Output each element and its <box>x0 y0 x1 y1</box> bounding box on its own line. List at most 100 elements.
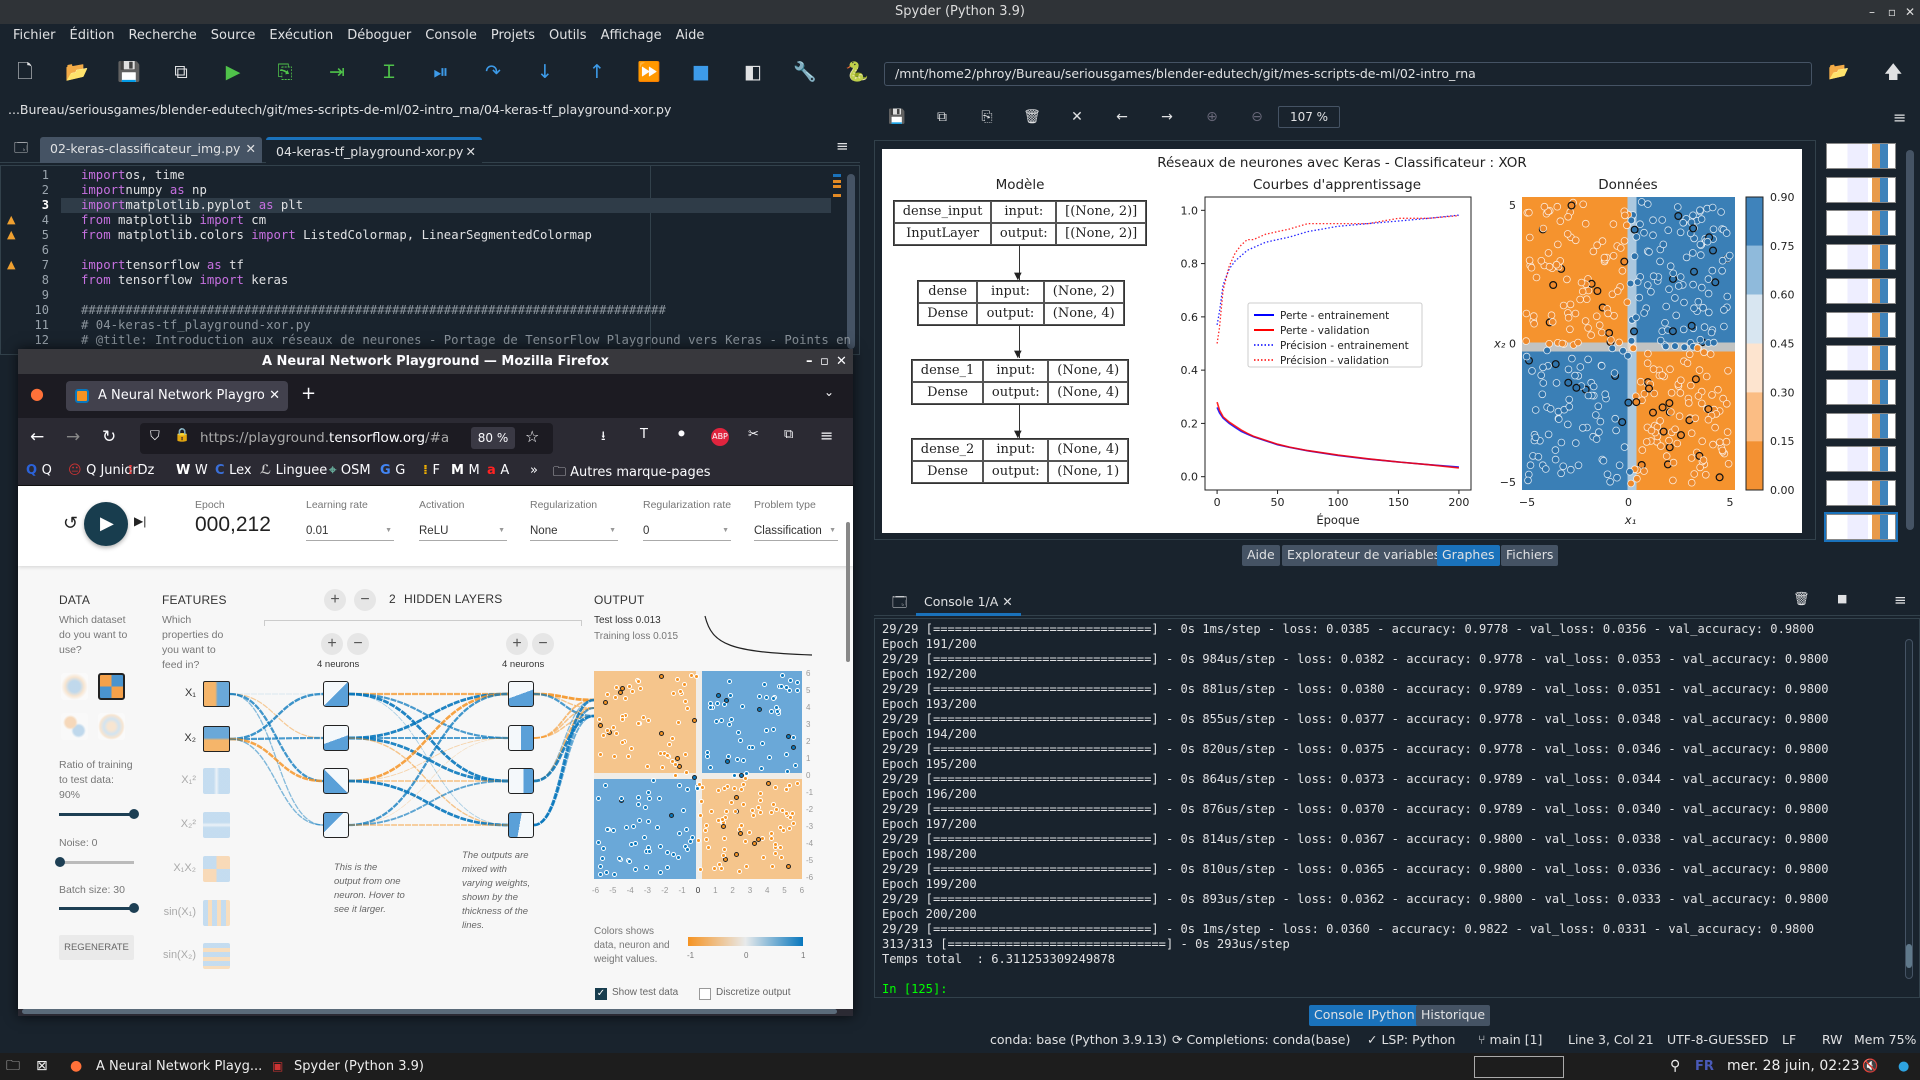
keyboard-layout[interactable]: FR <box>1695 1053 1714 1080</box>
status-git[interactable]: ⑂ main [1] <box>1478 1029 1542 1051</box>
show-test-data-checkbox[interactable]: ✓ <box>595 988 607 1000</box>
console-tab[interactable]: Console 1/A ✕ <box>916 590 1021 616</box>
param-select-regularization[interactable]: None ▼ <box>530 525 618 541</box>
bookmark-m[interactable]: M M <box>451 463 480 478</box>
step-icon[interactable]: ▶| <box>134 514 146 528</box>
previous-plot-icon[interactable]: ← <box>1109 104 1135 130</box>
new-tab-button[interactable]: + <box>301 383 316 404</box>
save-all-icon[interactable]: ⧉ <box>164 55 198 89</box>
zoom-reset-button[interactable]: 80 % <box>471 427 515 449</box>
tracking-shield-icon[interactable]: ⛉ <box>150 429 160 444</box>
bottom-tab-console-ipython[interactable]: Console IPython <box>1309 1005 1420 1026</box>
output-heatmap[interactable] <box>594 671 802 879</box>
maximize-button[interactable]: ▫ <box>1882 0 1902 24</box>
run-cell-advance-icon[interactable]: ⇥ <box>320 55 354 89</box>
plot-thumbnail[interactable] <box>1826 412 1896 439</box>
neuron[interactable] <box>323 812 349 838</box>
reset-icon[interactable]: ↺ <box>63 513 78 534</box>
app-menu-icon[interactable]: ⊠ <box>36 1053 48 1080</box>
continue-icon[interactable]: ⏩ <box>632 55 666 89</box>
new-file-icon[interactable]: 🗋 <box>8 55 42 89</box>
run-selection-icon[interactable]: Ɪ <box>372 55 406 89</box>
next-plot-icon[interactable]: → <box>1154 104 1180 130</box>
bookmark-f[interactable]: ⁞ F <box>423 463 440 478</box>
page-scrollbar[interactable] <box>846 522 850 662</box>
menu-console[interactable]: Console <box>418 24 484 48</box>
back-button[interactable]: ← <box>30 427 44 447</box>
plot-thumbnail[interactable] <box>1826 176 1896 203</box>
thumbnails-scrollbar[interactable] <box>1906 150 1914 530</box>
param-select-activation[interactable]: ReLU ▼ <box>419 525 507 541</box>
save-plot-icon[interactable]: 💾 <box>884 104 910 130</box>
taskbar-item-firefox[interactable]: A Neural Network Playg... <box>96 1053 262 1080</box>
more-bookmarks-chevron-icon[interactable]: » <box>530 463 538 478</box>
preferences-wrench-icon[interactable]: 🔧 <box>788 55 822 89</box>
menu-source[interactable]: Source <box>204 24 263 48</box>
firefox-menu-icon[interactable]: ● <box>30 384 44 403</box>
play-button[interactable]: ▶ <box>84 502 128 546</box>
workspace-pager[interactable] <box>1474 1056 1564 1078</box>
pane-tab-aide[interactable]: Aide <box>1242 545 1280 566</box>
menu-projets[interactable]: Projets <box>484 24 542 48</box>
browse-folder-icon[interactable]: 📂 <box>1828 62 1849 82</box>
plot-thumbnail[interactable] <box>1826 345 1896 372</box>
remove-all-plots-icon[interactable]: ✕ <box>1064 104 1090 130</box>
interrupt-kernel-icon[interactable]: ■ <box>1837 592 1847 605</box>
clear-console-icon[interactable]: 🗑 <box>1793 592 1810 607</box>
step-out-icon[interactable]: ↑ <box>580 55 614 89</box>
python-path-icon[interactable]: 🐍 <box>840 55 874 89</box>
code-editor[interactable]: 1 2 3 4 ▲ 5 ▲ 6 7 ▲ 8 9 10 11 12 importos, time importn… <box>0 165 860 355</box>
forward-button[interactable]: → <box>66 427 80 447</box>
neuron[interactable] <box>323 725 349 751</box>
app-menu-icon[interactable]: ≡ <box>820 426 833 445</box>
menu-recherche[interactable]: Recherche <box>121 24 203 48</box>
editor-tab[interactable]: 02-keras-classificateur_img.py ✕ <box>40 137 262 163</box>
close-tab-icon[interactable]: ✕ <box>1002 594 1012 609</box>
pane-tab-graphes[interactable]: Graphes <box>1437 545 1500 566</box>
close-tab-icon[interactable]: ✕ <box>269 381 280 411</box>
stop-icon[interactable]: ■ <box>684 55 718 89</box>
close-button[interactable]: ✕ <box>1900 0 1920 24</box>
close-tab-icon[interactable]: ✕ <box>466 140 476 164</box>
pane-tab-explorateur-de-variables[interactable]: Explorateur de variables <box>1282 545 1446 566</box>
zoom-out-icon[interactable]: ⊖ <box>1244 104 1270 130</box>
menu-édition[interactable]: Édition <box>63 24 122 48</box>
run-cell-icon[interactable]: ⎘ <box>268 55 302 89</box>
url-bar[interactable]: ⛉ 🔒 https://playground.tensorflow.org/#a… <box>140 423 553 454</box>
param-select-learning-rate[interactable]: 0.01 ▼ <box>306 525 394 541</box>
param-select-regularization-rate[interactable]: 0 ▼ <box>643 525 731 541</box>
adblock-icon[interactable]: ABP <box>711 428 729 446</box>
plot-thumbnail[interactable] <box>1826 277 1896 304</box>
editor-tabs-menu-icon[interactable]: 🗔 <box>14 139 28 161</box>
bookmark-lex[interactable]: C Lex <box>215 463 252 478</box>
status-conda[interactable]: conda: base (Python 3.9.13) <box>990 1029 1167 1051</box>
param-select-problem-type[interactable]: Classification ▼ <box>754 525 838 541</box>
plot-zoom-field[interactable]: 107 % <box>1278 106 1340 128</box>
menu-fichier[interactable]: Fichier <box>6 24 63 48</box>
file-manager-icon[interactable]: 🗀 <box>6 1053 20 1080</box>
editor-options-menu-icon[interactable]: ≡ <box>836 137 849 155</box>
console-tabs-menu-icon[interactable]: 🗔 <box>892 592 907 616</box>
bookmark-star-icon[interactable]: ☆ <box>525 427 539 446</box>
bottom-tab-historique[interactable]: Historique <box>1416 1005 1491 1026</box>
bookmark-dz[interactable]: ⁝ Dz <box>128 463 154 478</box>
plot-thumbnail[interactable] <box>1826 143 1896 169</box>
editor-scrollbar[interactable] <box>847 174 855 349</box>
plot-thumbnail[interactable] <box>1824 511 1898 542</box>
bookmark-q[interactable]: Q Q <box>26 463 52 478</box>
firefox-minimize-button[interactable]: – <box>806 349 813 374</box>
bookmark-linguee[interactable]: ℒ Linguee <box>260 463 327 478</box>
zoom-in-icon[interactable]: ⊕ <box>1199 104 1225 130</box>
editor-tab[interactable]: 04-keras-tf_playground-xor.py ✕ <box>266 137 482 163</box>
bookmark-a[interactable]: a A <box>487 463 509 478</box>
console-scrollbar[interactable] <box>1905 639 1913 979</box>
browser-tab[interactable]: A Neural Network Playgro ✕ <box>66 381 288 411</box>
plot-thumbnail[interactable] <box>1826 378 1896 405</box>
bookmark-osm[interactable]: ⌖ OSM <box>329 463 371 478</box>
close-tab-icon[interactable]: ✕ <box>246 137 256 161</box>
other-bookmarks-folder[interactable]: 🗀 Autres marque-pages <box>553 463 711 485</box>
extension-t-icon[interactable]: T <box>640 427 648 442</box>
status-lsp[interactable]: ✓ LSP: Python <box>1367 1029 1455 1051</box>
parent-directory-icon[interactable]: 🡅 <box>1884 60 1903 90</box>
maximize-pane-icon[interactable]: ◧ <box>736 55 770 89</box>
